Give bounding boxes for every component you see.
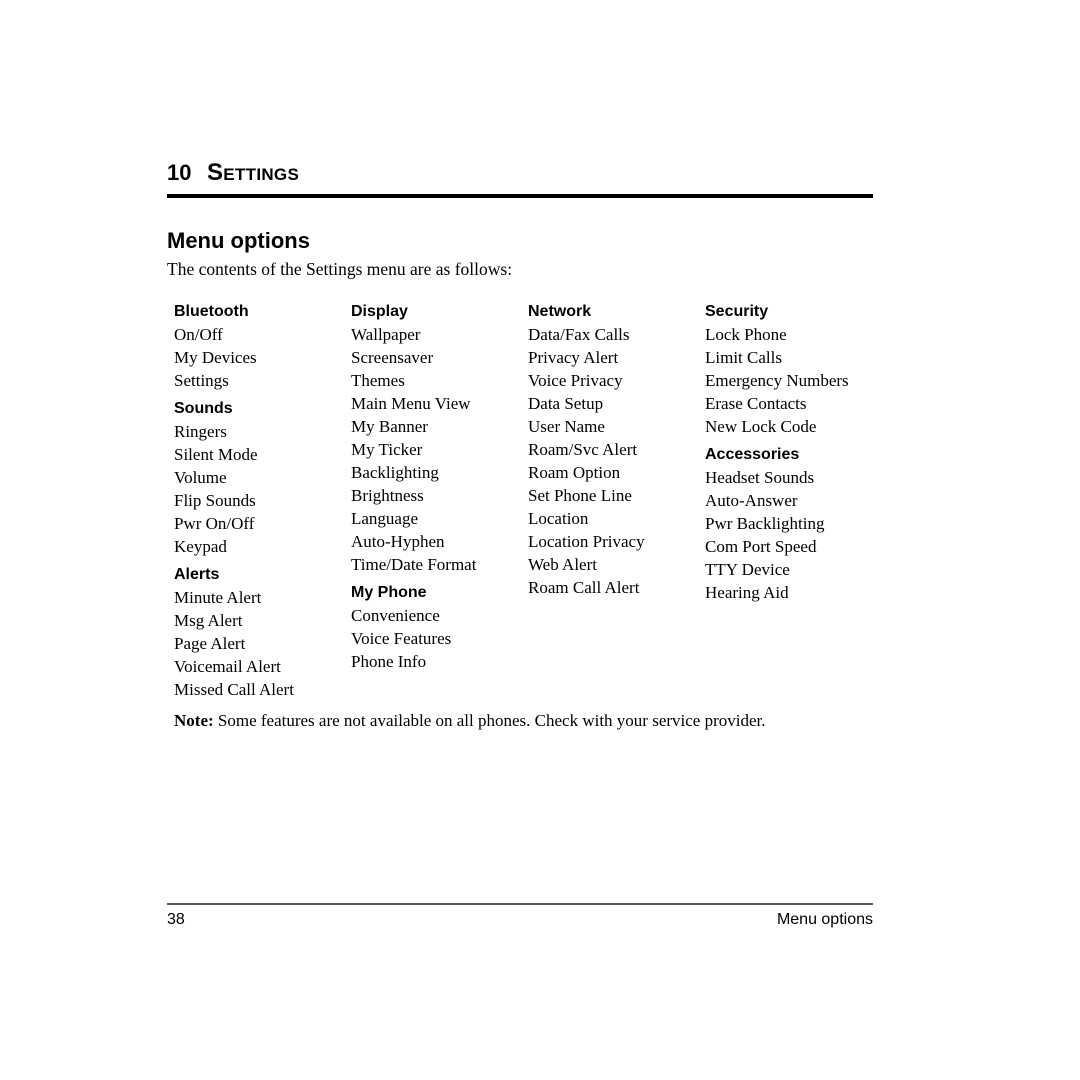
menu-item: Location: [528, 509, 589, 528]
menu-item: My Ticker: [351, 440, 423, 459]
menu-item: Voice Privacy: [528, 371, 623, 390]
menu-group-heading: My Phone: [351, 584, 427, 601]
menu-item: Headset Sounds: [705, 468, 815, 487]
menu-item: Keypad: [174, 537, 227, 556]
menu-item: Phone Info: [351, 652, 427, 671]
menu-item: Page Alert: [174, 634, 246, 653]
menu-item: Erase Contacts: [705, 394, 807, 413]
menu-item: Flip Sounds: [174, 491, 256, 510]
menu-item: Voicemail Alert: [174, 657, 281, 676]
menu-item: Auto-Answer: [705, 491, 798, 510]
menu-item: Main Menu View: [351, 394, 471, 413]
menu-group-heading: Bluetooth: [174, 303, 249, 320]
chapter-number: 10: [167, 160, 192, 185]
menu-options-columns: Bluetooth On/Off My Devices Settings Sounds R…: [174, 300, 880, 700]
menu-item: Location Privacy: [528, 532, 645, 551]
menu-item: Com Port Speed: [705, 537, 817, 556]
menu-item: Privacy Alert: [528, 348, 619, 367]
menu-item: Auto-Hyphen: [351, 532, 445, 551]
menu-item: Screensaver: [351, 348, 434, 367]
menu-item: Web Alert: [528, 555, 597, 574]
menu-item: Brightness: [351, 486, 424, 505]
menu-item: My Banner: [351, 417, 428, 436]
header-rule: [167, 194, 873, 198]
menu-item: On/Off: [174, 325, 223, 344]
menu-item: My Devices: [174, 348, 257, 367]
menu-item: Data Setup: [528, 394, 604, 413]
menu-group-heading: Alerts: [174, 566, 220, 583]
menu-item: Roam Option: [528, 463, 621, 482]
menu-item: Themes: [351, 371, 405, 390]
footer-rule: [167, 903, 873, 905]
chapter-title: Settings: [207, 159, 300, 186]
menu-item: Limit Calls: [705, 348, 782, 367]
menu-column-4: Security Lock Phone Limit Calls Emergency N…: [705, 300, 881, 604]
menu-item: Language: [351, 509, 419, 528]
menu-column-3: Network Data/Fax Calls Privacy Alert Voice …: [528, 300, 704, 599]
chapter-header: 10 Settings: [167, 160, 873, 186]
note-paragraph: Note: Some features are not available on…: [174, 710, 766, 732]
menu-item: User Name: [528, 417, 605, 436]
menu-item: Convenience: [351, 606, 440, 625]
menu-item: Silent Mode: [174, 445, 258, 464]
note-label: Note:: [174, 711, 214, 730]
menu-column-1: Bluetooth On/Off My Devices Settings Sounds R…: [174, 300, 350, 701]
menu-item: TTY Device: [705, 560, 790, 579]
menu-item: Hearing Aid: [705, 583, 789, 602]
menu-group-heading: Accessories: [705, 446, 800, 463]
page-number: 38: [167, 911, 185, 928]
menu-item: Lock Phone: [705, 325, 787, 344]
menu-item: Minute Alert: [174, 588, 262, 607]
menu-item: Pwr Backlighting: [705, 514, 825, 533]
menu-group-heading: Display: [351, 303, 408, 320]
menu-item: Missed Call Alert: [174, 680, 294, 699]
menu-item: Set Phone Line: [528, 486, 632, 505]
note-text: Some features are not available on all p…: [217, 711, 766, 730]
menu-item: New Lock Code: [705, 417, 817, 436]
document-page: 10 Settings Menu options The contents of …: [167, 0, 873, 1080]
menu-column-2: Display Wallpaper Screensaver Themes Main Me…: [351, 300, 527, 673]
menu-item: Ringers: [174, 422, 227, 441]
menu-item: Voice Features: [351, 629, 452, 648]
menu-group-heading: Sounds: [174, 400, 233, 417]
menu-item: Emergency Numbers: [705, 371, 849, 390]
menu-item: Msg Alert: [174, 611, 243, 630]
menu-item: Roam Call Alert: [528, 578, 640, 597]
menu-item: Roam/Svc Alert: [528, 440, 638, 459]
running-title: Menu options: [776, 911, 873, 928]
page-title: Menu options: [167, 228, 310, 253]
menu-item: Settings: [174, 371, 229, 390]
menu-group-heading: Security: [705, 303, 769, 320]
menu-item: Wallpaper: [351, 325, 421, 344]
menu-item: Time/Date Format: [351, 555, 477, 574]
menu-item: Pwr On/Off: [174, 514, 255, 533]
menu-item: Backlighting: [351, 463, 439, 482]
intro-text: The contents of the Settings menu are as…: [167, 259, 513, 279]
menu-group-heading: Network: [528, 303, 592, 320]
menu-item: Volume: [174, 468, 227, 487]
menu-item: Data/Fax Calls: [528, 325, 630, 344]
